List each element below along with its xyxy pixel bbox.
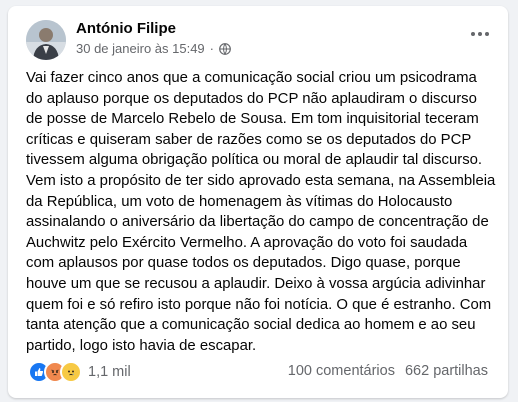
author-name[interactable]: António Filipe [76,20,176,37]
engagement-stats: 100 comentários 662 partilhas [288,363,488,379]
sad-icon [60,361,82,383]
shares-count[interactable]: 662 partilhas [405,363,488,379]
meta-separator: · [209,41,214,56]
more-options-icon[interactable] [468,24,492,44]
author-avatar[interactable] [26,20,66,60]
reactions-summary[interactable]: 1,1 mil [28,361,131,383]
post-card: António Filipe 30 de janeiro às 15:49 · … [8,6,508,398]
globe-icon[interactable] [219,42,231,55]
comments-count[interactable]: 100 comentários [288,363,395,379]
post-timestamp[interactable]: 30 de janeiro às 15:49 [76,41,205,56]
reaction-count: 1,1 mil [88,364,131,380]
post-text: Vai fazer cinco anos que a comunicação s… [26,70,496,354]
post-meta: 30 de janeiro às 15:49 · [76,41,231,56]
